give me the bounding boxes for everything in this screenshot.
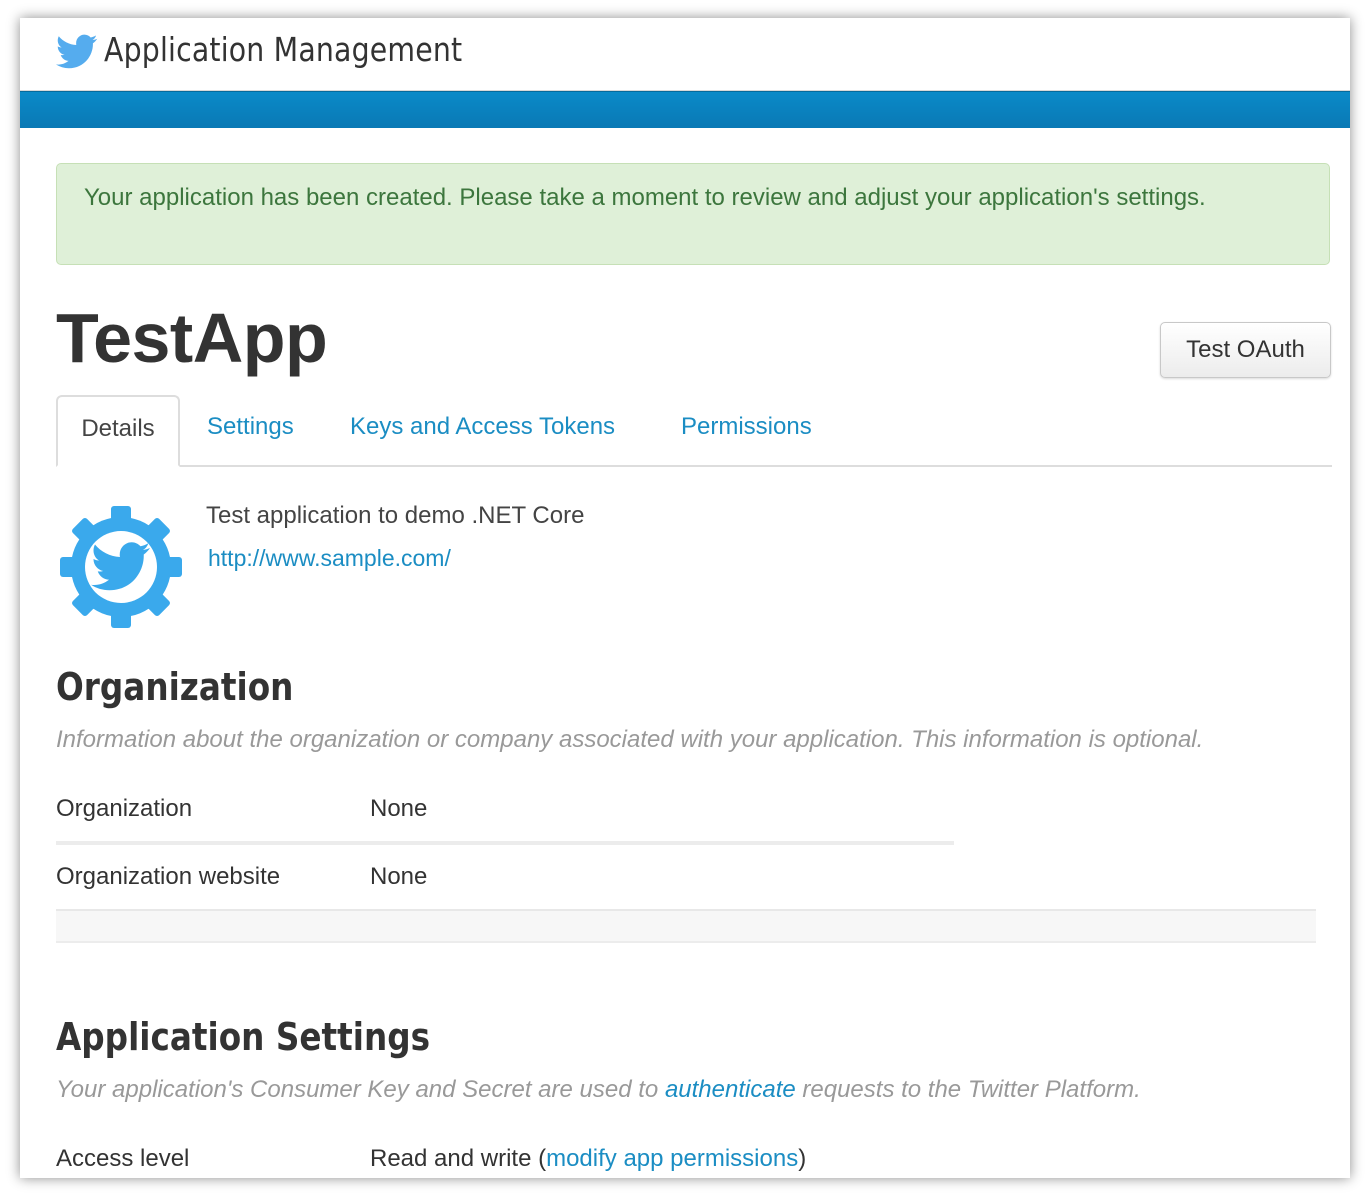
tab-details[interactable]: Details <box>56 395 180 467</box>
test-oauth-button[interactable]: Test OAuth <box>1160 322 1331 378</box>
access-level-value: Read and write (modify app permissions) <box>370 1145 806 1173</box>
app-website-link[interactable]: http://www.sample.com/ <box>208 545 451 572</box>
twitter-gear-icon <box>58 504 184 630</box>
top-header: Application Management <box>20 18 1350 91</box>
authenticate-link[interactable]: authenticate <box>665 1076 796 1103</box>
section-separator <box>56 909 1316 943</box>
application-settings-heading: Application Settings <box>56 1015 431 1059</box>
access-level-close: ) <box>798 1145 807 1172</box>
tab-bar: Details Settings Keys and Access Tokens … <box>56 395 1332 467</box>
modify-permissions-link[interactable]: modify app permissions <box>546 1145 798 1172</box>
access-level-label: Access level <box>56 1145 190 1172</box>
twitter-bird-icon <box>56 34 98 70</box>
app-description: Test application to demo .NET Core <box>206 502 585 529</box>
subtitle-text: Your application's Consumer Key and Secr… <box>56 1076 665 1103</box>
access-level-text: Read and write ( <box>370 1145 547 1172</box>
organization-description: Information about the organization or co… <box>56 726 1204 753</box>
tab-settings[interactable]: Settings <box>207 395 294 463</box>
organization-heading: Organization <box>56 665 294 709</box>
organization-value: None <box>370 795 428 822</box>
app-window: Application Management Your application … <box>20 18 1350 1178</box>
tab-permissions[interactable]: Permissions <box>681 395 812 463</box>
success-alert: Your application has been created. Pleas… <box>56 163 1330 265</box>
organization-website-label: Organization website <box>56 863 281 890</box>
organization-website-value: None <box>370 863 428 890</box>
row-divider <box>56 841 954 845</box>
app-name-heading: TestApp <box>56 299 328 377</box>
page-title: Application Management <box>104 30 463 69</box>
application-settings-description: Your application's Consumer Key and Secr… <box>56 1076 1141 1104</box>
alert-message: Your application has been created. Pleas… <box>84 184 1206 211</box>
header-accent-bar <box>20 91 1350 128</box>
subtitle-text-end: requests to the Twitter Platform. <box>795 1076 1141 1103</box>
organization-label: Organization <box>56 795 193 822</box>
tab-keys-and-access-tokens[interactable]: Keys and Access Tokens <box>350 395 615 463</box>
